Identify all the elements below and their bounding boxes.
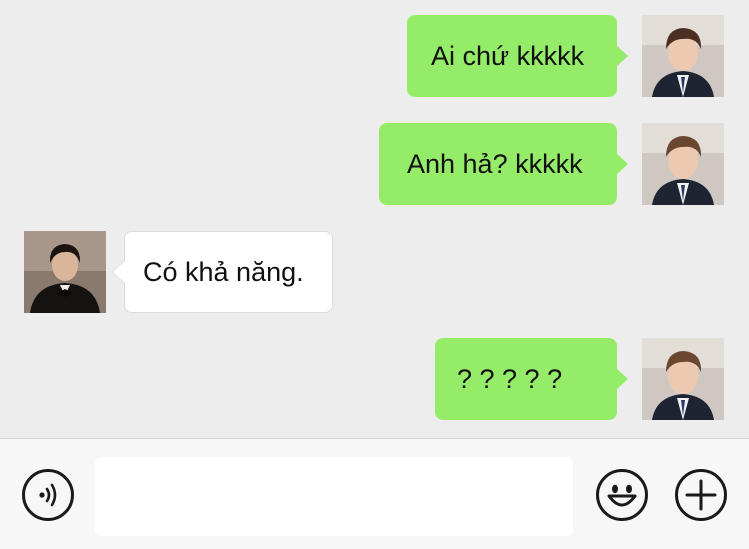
message-bubble-outgoing[interactable]: ? ? ? ? ? xyxy=(435,338,628,420)
message-text: Anh hả? kkkkk xyxy=(407,148,583,179)
emoji-icon xyxy=(607,484,637,507)
add-button[interactable] xyxy=(675,469,727,521)
chat-area[interactable]: Ai chứ kkkkk Anh hả? kkkkk Có khả năng. … xyxy=(0,0,749,438)
plus-icon xyxy=(685,479,717,511)
bubble-tail xyxy=(616,368,628,390)
message-row: Có khả năng. xyxy=(0,231,749,313)
avatar[interactable] xyxy=(642,15,724,97)
message-text: ? ? ? ? ? xyxy=(457,363,563,394)
avatar[interactable] xyxy=(642,338,724,420)
avatar-image xyxy=(642,123,724,205)
bubble-tail xyxy=(616,153,628,175)
message-bubble-outgoing[interactable]: Ai chứ kkkkk xyxy=(407,15,628,97)
avatar[interactable] xyxy=(642,123,724,205)
bubble-tail xyxy=(616,45,628,67)
message-text: Có khả năng. xyxy=(143,256,304,287)
message-input[interactable] xyxy=(95,457,573,536)
message-row: Anh hả? kkkkk xyxy=(0,123,749,205)
avatar-image xyxy=(642,15,724,97)
input-bar xyxy=(0,438,749,549)
message-text: Ai chứ kkkkk xyxy=(431,40,585,71)
voice-button[interactable] xyxy=(22,469,74,521)
message-bubble-outgoing[interactable]: Anh hả? kkkkk xyxy=(379,123,628,205)
bubble-tail xyxy=(113,261,125,283)
message-row: ? ? ? ? ? xyxy=(0,338,749,420)
avatar[interactable] xyxy=(24,231,106,313)
emoji-button[interactable] xyxy=(596,469,648,521)
voice-icon xyxy=(39,483,57,507)
message-row: Ai chứ kkkkk xyxy=(0,15,749,97)
avatar-image xyxy=(24,231,106,313)
avatar-image xyxy=(642,338,724,420)
message-bubble-incoming[interactable]: Có khả năng. xyxy=(112,231,333,313)
